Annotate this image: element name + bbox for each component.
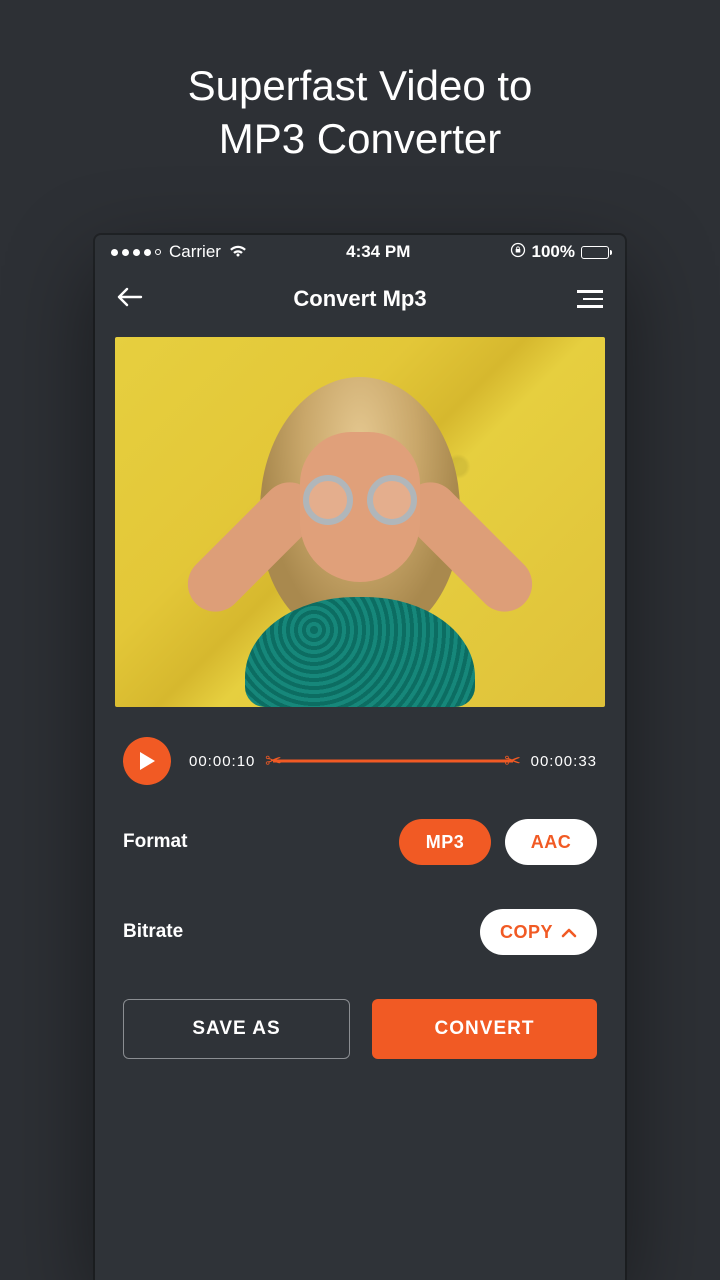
page-title: Convert Mp3 [293,286,426,312]
scissor-right-icon[interactable]: ✂ [504,749,521,774]
back-button[interactable] [117,286,143,313]
save-as-button[interactable]: SAVE AS [123,999,350,1059]
format-label: Format [123,831,187,853]
trim-slider[interactable]: ✂ ✂ [273,751,512,771]
phone-frame: Carrier 4:34 PM 100% Convert Mp3 [95,235,625,1280]
chevron-up-icon [561,922,577,943]
signal-icon [111,249,161,256]
scissor-left-icon[interactable]: ✂ [265,749,282,774]
format-option-aac[interactable]: AAC [505,819,597,865]
nav-bar: Convert Mp3 [95,269,625,329]
battery-percent: 100% [532,242,575,262]
format-row: Format MP3 AAC [95,797,625,887]
trim-end-time: 00:00:33 [531,753,597,770]
lock-rotation-icon [510,242,526,263]
promo-headline: Superfast Video to MP3 Converter [0,0,720,165]
status-bar: Carrier 4:34 PM 100% [95,235,625,269]
battery-icon [581,246,609,259]
convert-button[interactable]: CONVERT [372,999,597,1059]
action-row: SAVE AS CONVERT [95,977,625,1059]
clock: 4:34 PM [346,242,410,262]
format-option-mp3[interactable]: MP3 [399,819,491,865]
headline-line-1: Superfast Video to [0,60,720,113]
player-controls: 00:00:10 ✂ ✂ 00:00:33 [95,707,625,797]
video-preview[interactable] [115,337,605,707]
menu-button[interactable] [577,290,603,308]
wifi-icon [229,242,247,262]
bitrate-dropdown[interactable]: COPY [480,909,597,955]
trim-start-time: 00:00:10 [189,753,255,770]
bitrate-dropdown-label: COPY [500,922,553,943]
headline-line-2: MP3 Converter [0,113,720,166]
bitrate-row: Bitrate COPY [95,887,625,977]
bitrate-label: Bitrate [123,921,183,943]
play-button[interactable] [123,737,171,785]
carrier-label: Carrier [169,242,221,262]
